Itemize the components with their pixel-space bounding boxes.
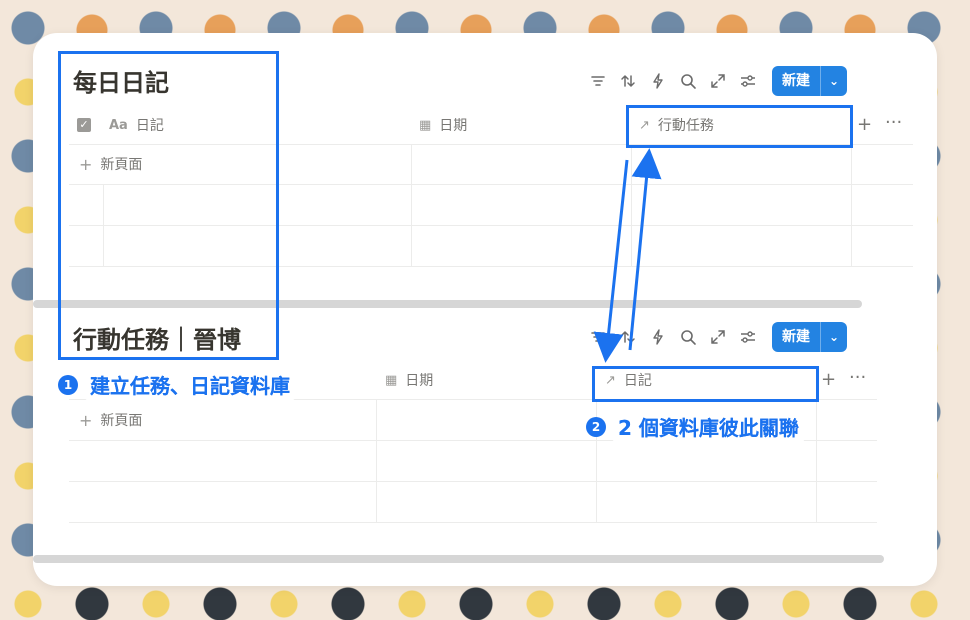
expand-icon[interactable]: [709, 328, 727, 346]
expand-icon[interactable]: [709, 72, 727, 90]
toolbar: [589, 322, 757, 352]
step-number-badge: 2: [586, 416, 606, 437]
highlight-box-databases: [58, 51, 279, 360]
settings-sliders-icon[interactable]: [739, 72, 757, 90]
new-page-row[interactable]: + 新頁面: [79, 400, 142, 440]
add-property-icon[interactable]: +: [821, 369, 836, 390]
annotation-text: 2 個資料庫彼此關聯: [612, 410, 805, 443]
column-label: 日期: [439, 118, 468, 134]
annotation-text: 建立任務、日記資料庫: [84, 368, 296, 401]
annotation-step-2: 2 2 個資料庫彼此關聯: [586, 410, 805, 443]
more-icon[interactable]: ···: [849, 367, 866, 388]
search-icon[interactable]: [679, 328, 697, 346]
new-button-group: 新建 ⌄: [772, 66, 847, 96]
sort-icon[interactable]: [619, 72, 637, 90]
sort-icon[interactable]: [619, 328, 637, 346]
search-icon[interactable]: [679, 72, 697, 90]
column-header-date[interactable]: ▦ 日期: [385, 361, 433, 399]
filter-icon[interactable]: [589, 328, 607, 346]
automation-icon[interactable]: [649, 72, 667, 90]
add-property-icon[interactable]: +: [857, 114, 872, 135]
new-button-group: 新建 ⌄: [772, 322, 847, 352]
settings-sliders-icon[interactable]: [739, 328, 757, 346]
toolbar: [589, 66, 757, 96]
new-page-label: 新頁面: [100, 413, 143, 429]
table-row: [69, 441, 877, 482]
step-number-badge: 1: [58, 374, 78, 395]
new-button[interactable]: 新建: [772, 66, 821, 96]
highlight-box-relation-top: [626, 105, 853, 148]
automation-icon[interactable]: [649, 328, 667, 346]
chevron-down-icon[interactable]: ⌄: [821, 66, 847, 96]
more-icon[interactable]: ···: [885, 112, 902, 133]
horizontal-scrollbar[interactable]: [33, 555, 884, 563]
highlight-box-relation-bottom: [592, 366, 819, 402]
calendar-icon: ▦: [419, 117, 432, 133]
table-row: [69, 482, 877, 523]
column-label: 日期: [405, 373, 434, 389]
chevron-down-icon[interactable]: ⌄: [821, 322, 847, 352]
calendar-icon: ▦: [385, 372, 398, 388]
column-header-date[interactable]: ▦ 日期: [419, 106, 467, 144]
new-button[interactable]: 新建: [772, 322, 821, 352]
annotation-step-1: 1 建立任務、日記資料庫: [58, 368, 296, 401]
filter-icon[interactable]: [589, 72, 607, 90]
plus-icon: +: [79, 410, 93, 430]
